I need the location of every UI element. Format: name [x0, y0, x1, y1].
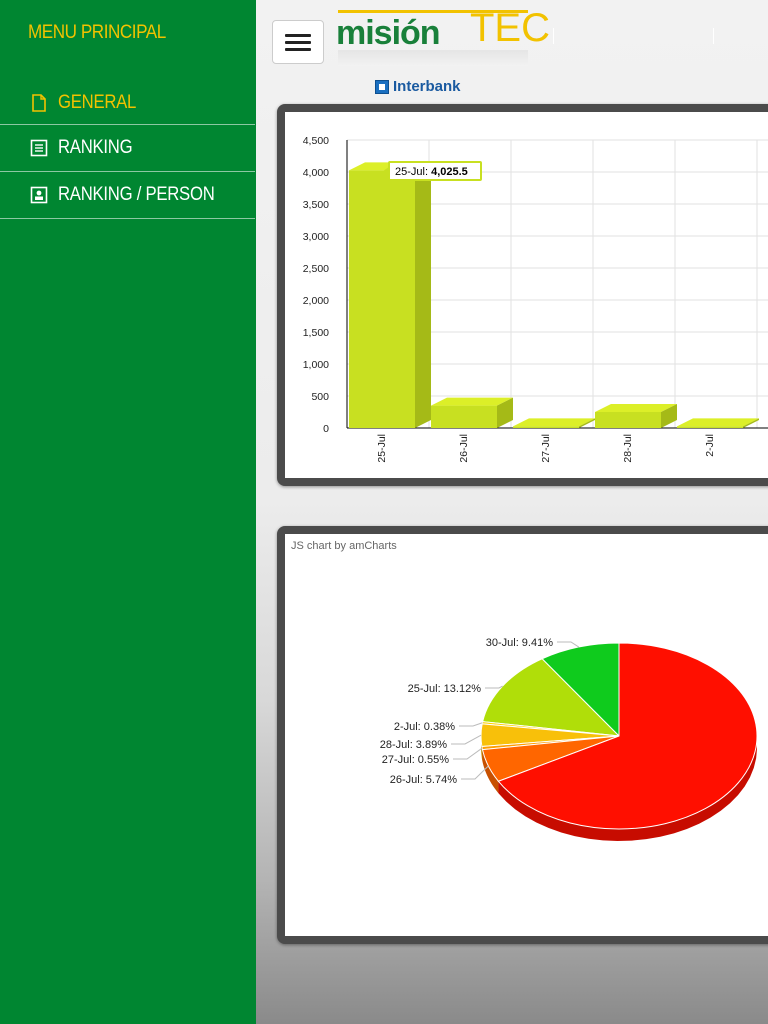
interbank-logo-icon	[375, 79, 389, 94]
logo-text-accent: TEC	[470, 6, 550, 50]
pie-slice-label: 30-Jul: 9.41%	[486, 637, 553, 649]
pie-slice-label: 27-Jul: 0.55%	[382, 754, 449, 766]
file-icon	[32, 94, 46, 112]
sidebar-item-label: RANKING / PERSON	[58, 184, 215, 205]
sidebar-nav: GENERAL RANKING RANKING / PERSON	[0, 82, 255, 219]
x-tick-label: 25-Jul	[376, 434, 388, 463]
bar	[595, 412, 661, 428]
logo-text-main: misión	[336, 14, 441, 52]
bar-chart[interactable]: 0 500 1,000 1,500 2,000 2,500 3,000 3,500 4,000 4…	[285, 112, 768, 478]
pie-slice-label: 2-Jul: 0.38%	[394, 721, 455, 733]
x-tick-label: 2-Jul	[704, 434, 716, 457]
x-tick-label: 28-Jul	[622, 434, 634, 463]
header-divider	[713, 28, 714, 44]
bar-chart-panel: 0 500 1,000 1,500 2,000 2,500 3,000 3,500 4,000 4…	[277, 104, 768, 486]
list-icon	[30, 139, 48, 157]
x-tick-label: 26-Jul	[458, 434, 470, 463]
bar	[677, 426, 743, 428]
sidebar-item-general[interactable]: GENERAL	[0, 82, 255, 125]
y-tick-label: 1,000	[303, 359, 329, 371]
pie-leader-line	[485, 685, 503, 689]
y-tick-label: 4,000	[303, 167, 329, 179]
pie-slice-label: 26-Jul: 5.74%	[390, 774, 457, 786]
y-tick-label: 500	[311, 391, 329, 403]
pie-chart-panel: JS chart by amCharts 30-Jul: 9.41% 25-Jul…	[277, 526, 768, 944]
y-tick-label: 2,000	[303, 295, 329, 307]
y-tick-label: 3,500	[303, 199, 329, 211]
tooltip-value: 4,025.5	[431, 166, 468, 178]
hamburger-icon-bar	[285, 33, 311, 37]
contact-card-icon	[30, 186, 48, 204]
sidebar-item-label: GENERAL	[58, 92, 137, 113]
bar	[349, 170, 415, 429]
y-tick-label: 0	[323, 423, 329, 435]
sidebar-item-ranking[interactable]: RANKING	[0, 125, 255, 172]
pie-leader-line	[557, 641, 580, 648]
header-divider	[553, 28, 554, 44]
chart-credit[interactable]: JS chart by amCharts	[291, 540, 397, 552]
sponsor-name: Interbank	[393, 78, 461, 95]
bar	[513, 426, 579, 428]
pie-leader-line	[459, 722, 483, 727]
pie-chart[interactable]: 30-Jul: 9.41% 25-Jul: 13.12% 2-Jul: 0.38% 2…	[285, 534, 768, 936]
pie-slice-label: 28-Jul: 3.89%	[380, 739, 447, 751]
bar-side	[415, 162, 431, 429]
hamburger-menu-button[interactable]	[272, 20, 324, 64]
sponsor-logo: Interbank	[375, 78, 461, 95]
bar	[431, 405, 497, 428]
menu-title: MENU PRINCIPAL	[28, 22, 166, 43]
sidebar-item-label: RANKING	[58, 137, 133, 158]
mision-tec-logo: misión TEC	[334, 4, 550, 68]
hamburger-icon-bar	[285, 47, 311, 51]
sidebar-item-ranking-person[interactable]: RANKING / PERSON	[0, 172, 255, 219]
y-tick-label: 3,000	[303, 231, 329, 243]
bar-tooltip: 25-Jul: 4,025.5	[383, 161, 482, 181]
tooltip-label: 25-Jul:	[395, 166, 431, 178]
sidebar: MENU PRINCIPAL GENERAL RANKING RANKING /…	[0, 0, 256, 1024]
logo-reflection	[338, 50, 528, 66]
tooltip-text: 25-Jul: 4,025.5	[395, 166, 468, 178]
y-tick-label: 2,500	[303, 263, 329, 275]
pie-leader-line	[451, 734, 482, 745]
y-tick-label: 1,500	[303, 327, 329, 339]
hamburger-icon-bar	[285, 40, 311, 44]
pie-leader-line	[453, 747, 483, 760]
pie-slice-label: 25-Jul: 13.12%	[408, 683, 482, 695]
x-tick-label: 27-Jul	[540, 434, 552, 463]
y-tick-label: 4,500	[303, 135, 329, 147]
